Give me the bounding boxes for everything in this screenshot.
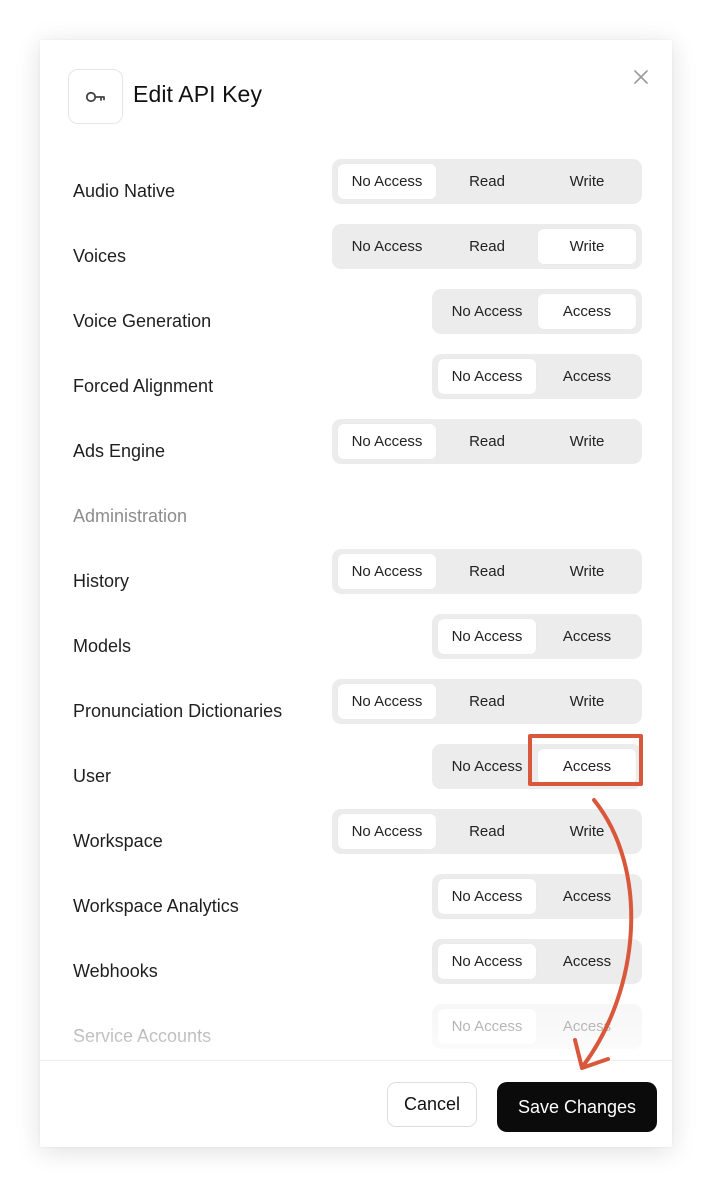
dialog-title: Edit API Key bbox=[133, 81, 263, 107]
option-read[interactable]: Read bbox=[438, 554, 536, 589]
option-access[interactable]: Access bbox=[538, 294, 636, 329]
permission-row-voice-generation: Voice Generation No Access Access bbox=[40, 289, 672, 354]
cancel-button[interactable]: Cancel bbox=[387, 1082, 477, 1127]
section-header-administration: Administration bbox=[73, 506, 188, 526]
permission-row-service-accounts: Service Accounts No Access Access bbox=[40, 1004, 672, 1060]
permission-label: Audio Native bbox=[73, 181, 176, 201]
access-segmented-control: No Access Access bbox=[432, 939, 642, 984]
option-no-access[interactable]: No Access bbox=[438, 619, 536, 654]
access-segmented-control: No Access Read Write bbox=[332, 419, 642, 464]
key-icon-tile bbox=[68, 69, 123, 124]
access-segmented-control: No Access Read Write bbox=[332, 809, 642, 854]
option-no-access[interactable]: No Access bbox=[438, 879, 536, 914]
option-write[interactable]: Write bbox=[538, 684, 636, 719]
option-access[interactable]: Access bbox=[538, 944, 636, 979]
option-write[interactable]: Write bbox=[538, 164, 636, 199]
option-access[interactable]: Access bbox=[538, 619, 636, 654]
option-read[interactable]: Read bbox=[438, 164, 536, 199]
option-no-access[interactable]: No Access bbox=[438, 359, 536, 394]
access-segmented-control: No Access Read Write bbox=[332, 224, 642, 269]
access-segmented-control: No Access Access bbox=[432, 614, 642, 659]
access-segmented-control: No Access Access bbox=[432, 744, 642, 789]
permissions-list[interactable]: Audio Native No Access Read Write Voices No A… bbox=[40, 159, 672, 1060]
permission-label: Voices bbox=[73, 246, 127, 266]
close-button[interactable] bbox=[630, 66, 652, 88]
option-no-access[interactable]: No Access bbox=[338, 424, 436, 459]
permission-row-workspace-analytics: Workspace Analytics No Access Access bbox=[40, 874, 672, 939]
option-no-access[interactable]: No Access bbox=[338, 684, 436, 719]
option-write[interactable]: Write bbox=[538, 424, 636, 459]
close-icon bbox=[634, 70, 648, 84]
option-no-access[interactable]: No Access bbox=[338, 554, 436, 589]
option-no-access[interactable]: No Access bbox=[338, 229, 436, 264]
access-segmented-control: No Access Access bbox=[432, 354, 642, 399]
access-segmented-control: No Access Access bbox=[432, 289, 642, 334]
option-no-access[interactable]: No Access bbox=[338, 164, 436, 199]
option-access[interactable]: Access bbox=[538, 359, 636, 394]
option-no-access[interactable]: No Access bbox=[438, 749, 536, 784]
option-read[interactable]: Read bbox=[438, 814, 536, 849]
access-segmented-control: No Access Read Write bbox=[332, 679, 642, 724]
access-segmented-control: No Access Access bbox=[432, 1004, 642, 1049]
permission-label: Forced Alignment bbox=[73, 376, 214, 396]
permission-row-workspace: Workspace No Access Read Write bbox=[40, 809, 672, 874]
access-segmented-control: No Access Read Write bbox=[332, 159, 642, 204]
permission-row-models: Models No Access Access bbox=[40, 614, 672, 679]
permission-label: User bbox=[73, 766, 112, 786]
option-write[interactable]: Write bbox=[538, 554, 636, 589]
permission-label: Service Accounts bbox=[73, 1026, 212, 1046]
option-no-access[interactable]: No Access bbox=[438, 944, 536, 979]
permission-label: Models bbox=[73, 636, 132, 656]
option-access[interactable]: Access bbox=[538, 879, 636, 914]
access-segmented-control: No Access Access bbox=[432, 874, 642, 919]
permission-label: History bbox=[73, 571, 130, 591]
key-icon bbox=[85, 91, 105, 102]
permission-row-ads-engine: Ads Engine No Access Read Write bbox=[40, 419, 672, 484]
permission-label: Voice Generation bbox=[73, 311, 212, 331]
permission-row-pronunciation-dictionaries: Pronunciation Dictionaries No Access Read W… bbox=[40, 679, 672, 744]
permission-label: Workspace Analytics bbox=[73, 896, 239, 916]
option-write[interactable]: Write bbox=[538, 814, 636, 849]
option-no-access[interactable]: No Access bbox=[438, 1009, 536, 1044]
option-write[interactable]: Write bbox=[538, 229, 636, 264]
option-read[interactable]: Read bbox=[438, 229, 536, 264]
permission-label: Workspace bbox=[73, 831, 163, 851]
permission-label: Webhooks bbox=[73, 961, 158, 981]
edit-api-key-dialog: Edit API Key Audio Native No Access Read Wr… bbox=[40, 40, 672, 1147]
access-segmented-control: No Access Read Write bbox=[332, 549, 642, 594]
permission-label: Ads Engine bbox=[73, 441, 166, 461]
option-no-access[interactable]: No Access bbox=[438, 294, 536, 329]
permission-row-forced-alignment: Forced Alignment No Access Access bbox=[40, 354, 672, 419]
option-access[interactable]: Access bbox=[538, 749, 636, 784]
permission-row-webhooks: Webhooks No Access Access bbox=[40, 939, 672, 1004]
option-access[interactable]: Access bbox=[538, 1009, 636, 1044]
permission-row-history: History No Access Read Write bbox=[40, 549, 672, 614]
permission-row-audio-native: Audio Native No Access Read Write bbox=[40, 159, 672, 224]
permission-row-voices: Voices No Access Read Write bbox=[40, 224, 672, 289]
save-changes-button[interactable]: Save Changes bbox=[497, 1082, 657, 1132]
option-no-access[interactable]: No Access bbox=[338, 814, 436, 849]
option-read[interactable]: Read bbox=[438, 424, 536, 459]
dialog-footer: Cancel Save Changes bbox=[40, 1060, 672, 1147]
option-read[interactable]: Read bbox=[438, 684, 536, 719]
permission-row-user: User No Access Access bbox=[40, 744, 672, 809]
permission-label: Pronunciation Dictionaries bbox=[73, 701, 283, 721]
